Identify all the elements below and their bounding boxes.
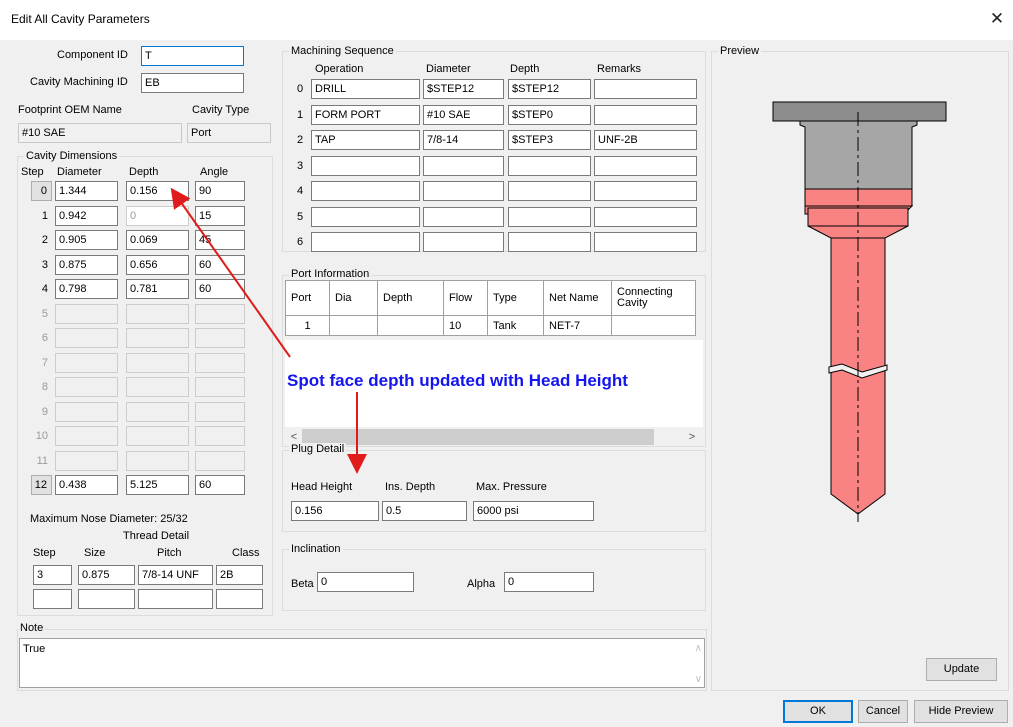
annotation-arrows [170,187,367,474]
annotation-text: Spot face depth updated with Head Height [287,371,628,390]
cancel-button[interactable]: Cancel [858,700,908,723]
ok-button[interactable]: OK [783,700,853,723]
hide-preview-button[interactable]: Hide Preview [914,700,1008,723]
arrow-to-depth [170,187,291,358]
